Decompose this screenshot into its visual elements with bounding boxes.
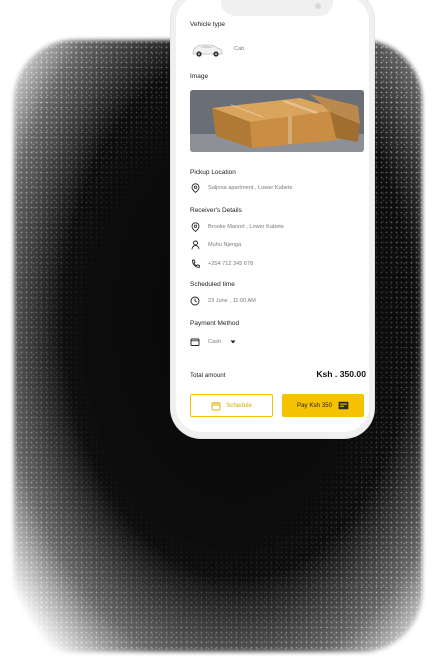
wallet-icon: [190, 337, 200, 347]
schedule-button-label: Schedule: [226, 402, 252, 409]
phone-frame: Vehicle type Cab Image Pickup Location S…: [171, 0, 374, 438]
caret-down-icon: [230, 340, 236, 344]
total-amount-label: Total amount: [190, 372, 226, 379]
package-box-image: [190, 90, 364, 152]
car-icon: [192, 44, 223, 57]
receiver-name-row: Muhu Njenga: [190, 240, 366, 250]
receiver-address-row: Brooke Manort , Lower Kabete: [190, 222, 366, 232]
pay-button[interactable]: Pay Ksh 350: [282, 394, 364, 417]
pay-button-label: Pay Ksh 350: [296, 402, 333, 409]
location-pin-icon: [190, 222, 200, 232]
receiver-phone-row: +254 712 345 678: [190, 259, 366, 269]
schedule-button[interactable]: Schedule: [190, 394, 273, 417]
camera-icon: [315, 3, 321, 9]
schedule-row: 23 June , 11:00 AM: [190, 296, 366, 306]
total-amount-value: Ksh . 350.00: [316, 369, 366, 379]
location-pin-icon: [190, 183, 200, 193]
receiver-phone: +254 712 345 678: [208, 261, 254, 267]
vehicle-type-value: Cab: [234, 46, 245, 52]
receiver-heading: Receiver's Details: [190, 207, 242, 214]
receiver-name: Muhu Njenga: [208, 242, 242, 248]
schedule-heading: Scheduled time: [190, 281, 235, 288]
package-photo[interactable]: [190, 90, 364, 152]
scheduled-time: 23 June , 11:00 AM: [208, 298, 256, 304]
payment-method-value: Cash: [208, 339, 222, 345]
payment-select[interactable]: Cash: [190, 337, 236, 347]
phone-notch: [221, 0, 333, 16]
image-heading: Image: [190, 73, 209, 80]
pickup-heading: Pickup Location: [190, 169, 236, 176]
receiver-address: Brooke Manort , Lower Kabete: [208, 224, 284, 230]
person-icon: [190, 240, 200, 250]
payment-heading: Payment Method: [190, 320, 240, 327]
phone-icon: [190, 259, 200, 269]
vehicle-type-heading: Vehicle type: [190, 21, 226, 28]
pickup-address: Saljona apartment , Lower Kabete: [208, 185, 293, 191]
clock-icon: [190, 296, 200, 306]
calendar-icon: [211, 401, 221, 411]
pickup-row: Saljona apartment , Lower Kabete: [190, 183, 366, 193]
cash-icon: [338, 401, 349, 410]
phone-screen: Vehicle type Cab Image Pickup Location S…: [176, 0, 369, 432]
